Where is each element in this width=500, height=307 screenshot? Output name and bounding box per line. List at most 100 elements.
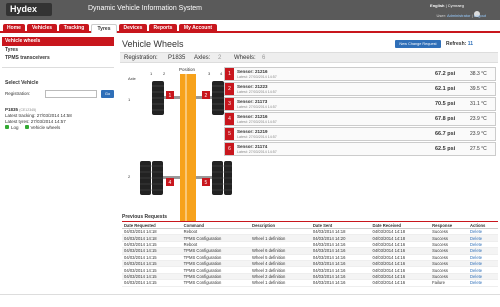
table-header-row: Date Requested Command Description Date … bbox=[122, 221, 498, 229]
footer bbox=[0, 294, 500, 307]
cell-description: Wheel 1 definition bbox=[250, 279, 311, 287]
sidebar-item-tyres[interactable]: Tyres bbox=[2, 46, 114, 54]
sensor-number: 2 bbox=[225, 83, 234, 95]
vehicle-info: P1835 (CE12345) Latest tracking: 27/03/2… bbox=[5, 107, 114, 125]
cell-date-received: 04/03/2014 14:16 bbox=[370, 279, 431, 287]
wheel-diagram: Position Axle 1 2 3 4 1 2 1 2 4 5 bbox=[128, 67, 232, 224]
axle-1-label: 1 bbox=[128, 97, 131, 102]
sensor-number: 6 bbox=[225, 143, 234, 155]
registration-row: Registration: Go bbox=[5, 90, 114, 99]
latest-tracking-label: Latest tracking: bbox=[5, 113, 36, 118]
logout-link[interactable]: Logout bbox=[474, 13, 486, 18]
marker-2-number: 2 bbox=[205, 93, 208, 99]
summary-axles-value: 2 bbox=[218, 55, 222, 61]
go-button[interactable]: Go bbox=[101, 90, 114, 98]
sidebar-divider bbox=[2, 67, 114, 68]
sensor-name: Sensor: 21174 bbox=[237, 144, 268, 149]
position-2-label: 2 bbox=[163, 71, 166, 76]
sensor-name: Sensor: 21219 bbox=[237, 129, 268, 134]
summary-wheels-label: Wheels: bbox=[234, 55, 256, 61]
vehicle-summary: Registration: P1835 Axles: 2 Wheels: 6 bbox=[120, 52, 498, 63]
user-label: User: bbox=[436, 13, 447, 18]
vehicle-wheels-link[interactable]: Vehicle wheels bbox=[24, 125, 60, 130]
sidebar-item-vehicle-wheels[interactable]: Vehicle wheels bbox=[2, 37, 114, 46]
sidebar-item-tpms-transceivers[interactable]: TPMS transceivers bbox=[2, 54, 114, 62]
wheel-icon bbox=[24, 125, 29, 129]
tab-reports[interactable]: Reports bbox=[149, 24, 177, 33]
sensor-row[interactable]: 5 Sensor: 21219 Latest: 27/03/2014 14:57… bbox=[224, 127, 496, 141]
latest-tyres-value: 27/03/2014 14:57 bbox=[30, 119, 66, 124]
marker-4-number: 4 bbox=[169, 180, 172, 186]
app-title: Dynamic Vehicle Information System bbox=[88, 5, 202, 12]
tab-tyres[interactable]: Tyres bbox=[91, 24, 117, 33]
sensor-row[interactable]: 2 Sensor: 21223 Latest: 27/03/2014 14:57… bbox=[224, 82, 496, 96]
top-bar: Hydex Dynamic Vehicle Information System… bbox=[0, 0, 500, 20]
position-4-label: 4 bbox=[220, 71, 223, 76]
sensor-name: Sensor: 21223 bbox=[237, 84, 268, 89]
sensor-latest: Latest: 27/03/2014 14:57 bbox=[237, 75, 277, 79]
sensor-row[interactable]: 3 Sensor: 21173 Latest: 27/03/2014 14:57… bbox=[224, 97, 496, 111]
sensor-number: 1 bbox=[225, 68, 234, 80]
registration-input[interactable] bbox=[45, 90, 97, 98]
summary-registration-value: P1835 bbox=[168, 55, 186, 61]
cell-response: Failure bbox=[430, 279, 469, 287]
requests-body: 04/03/2014 14:18 Reboot 04/03/2014 14:18 04… bbox=[122, 228, 498, 287]
app-logo[interactable]: Hydex bbox=[6, 3, 52, 16]
log-icon bbox=[5, 125, 9, 129]
col-date-requested[interactable]: Date Requested bbox=[122, 221, 182, 229]
language-english[interactable]: English bbox=[430, 3, 444, 8]
tab-tracking[interactable]: Tracking bbox=[59, 24, 89, 33]
tab-devices[interactable]: Devices bbox=[119, 24, 147, 33]
sensor-pressure: 62.1 psi bbox=[435, 86, 456, 92]
vehicle-code: (CE12345) bbox=[19, 108, 37, 112]
summary-wheels-value: 6 bbox=[262, 55, 266, 61]
sensor-name: Sensor: 21216 bbox=[237, 114, 268, 119]
vehicle-links: Log Vehicle wheels bbox=[5, 125, 114, 130]
sensor-row[interactable]: 4 Sensor: 21216 Latest: 27/03/2014 14:57… bbox=[224, 112, 496, 126]
summary-registration-label: Registration: bbox=[124, 55, 158, 61]
sensor-row[interactable]: 6 Sensor: 21174 Latest: 27/03/2014 14:57… bbox=[224, 142, 496, 156]
sensor-pressure: 67.8 psi bbox=[435, 116, 456, 122]
col-command[interactable]: Command bbox=[181, 221, 251, 229]
user-name[interactable]: Administrator bbox=[447, 13, 471, 18]
tab-vehicles[interactable]: Vehicles bbox=[27, 24, 57, 33]
sensor-latest: Latest: 27/03/2014 14:57 bbox=[237, 150, 277, 154]
sensor-temperature: 23.9 °C bbox=[470, 116, 487, 122]
new-change-request-button[interactable]: New Change Request bbox=[395, 40, 441, 48]
sidebar: Vehicle wheels Tyres TPMS transceivers S… bbox=[2, 37, 114, 130]
marker-1-number: 1 bbox=[169, 93, 172, 99]
chassis-highlight bbox=[185, 74, 187, 224]
delete-link[interactable]: Delete bbox=[468, 279, 498, 287]
sensor-number: 3 bbox=[225, 98, 234, 110]
col-date-received[interactable]: Date Received bbox=[370, 221, 431, 229]
select-vehicle-heading: Select Vehicle bbox=[5, 80, 39, 86]
sensor-pressure: 66.7 psi bbox=[435, 131, 456, 137]
chassis bbox=[180, 74, 196, 224]
col-description[interactable]: Description bbox=[250, 221, 311, 229]
sensor-row[interactable]: 1 Sensor: 21216 Latest: 27/03/2014 14:57… bbox=[224, 67, 496, 81]
sensor-name: Sensor: 21216 bbox=[237, 69, 268, 74]
tab-home[interactable]: Home bbox=[3, 24, 25, 33]
col-date-sent[interactable]: Date Sent bbox=[310, 221, 371, 229]
main-nav: Home Vehicles Tracking Tyres Devices Rep… bbox=[0, 20, 500, 33]
sensor-temperature: 27.5 °C bbox=[470, 146, 487, 152]
tab-my-account[interactable]: My Account bbox=[179, 24, 217, 33]
language-switcher: English | Cymraeg bbox=[430, 3, 464, 8]
previous-requests-heading: Previous Requests bbox=[122, 214, 168, 220]
language-welsh[interactable]: Cymraeg bbox=[448, 3, 464, 8]
marker-5-number: 5 bbox=[205, 180, 208, 186]
sensor-pressure: 67.2 psi bbox=[435, 71, 456, 77]
sensor-temperature: 31.1 °C bbox=[470, 101, 487, 107]
sensor-list: 1 Sensor: 21216 Latest: 27/03/2014 14:57… bbox=[224, 67, 496, 157]
refresh-counter: Refresh: 11 bbox=[446, 41, 473, 47]
refresh-value: 11 bbox=[467, 41, 473, 47]
cell-command: TPMS Configuration bbox=[181, 279, 251, 287]
diagram-axle-label: Axle bbox=[128, 76, 137, 81]
registration-label: Registration: bbox=[5, 91, 31, 96]
sensor-latest: Latest: 27/03/2014 14:57 bbox=[237, 105, 277, 109]
log-link[interactable]: Log bbox=[5, 125, 19, 130]
sensor-name: Sensor: 21173 bbox=[237, 99, 268, 104]
col-response[interactable]: Response bbox=[430, 221, 469, 229]
position-3-label: 3 bbox=[208, 71, 211, 76]
sensor-temperature: 23.9 °C bbox=[470, 131, 487, 137]
